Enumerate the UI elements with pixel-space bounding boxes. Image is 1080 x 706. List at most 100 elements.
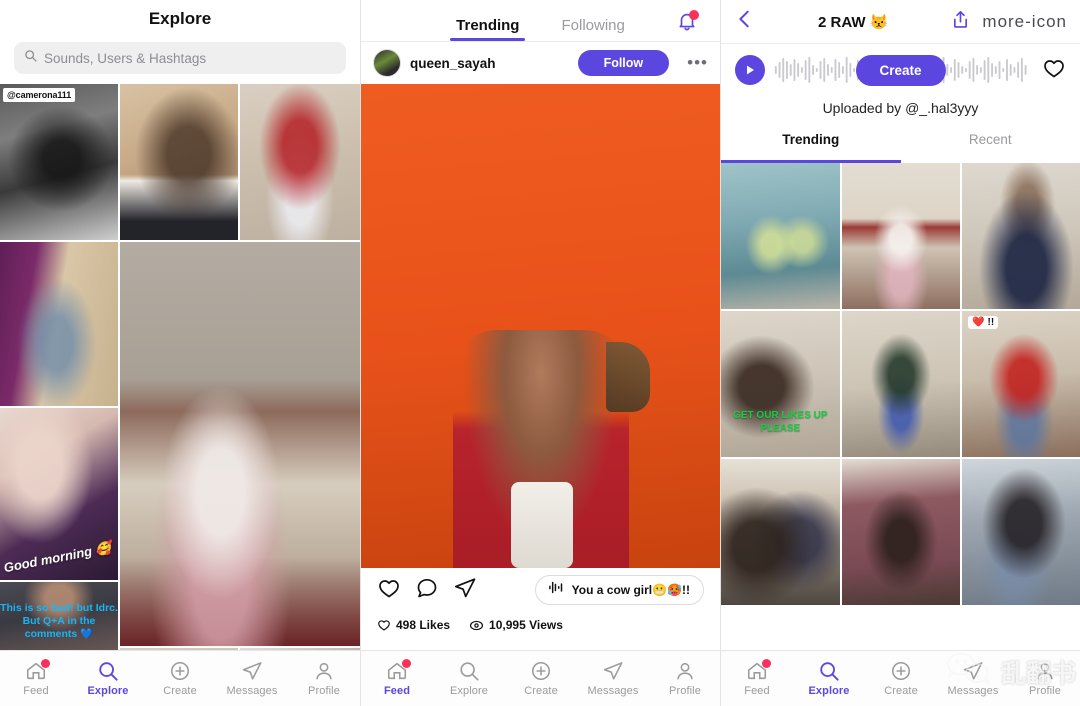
- more-icon[interactable]: more-icon: [982, 12, 1067, 32]
- grid-cell[interactable]: ❤️ !!: [962, 311, 1080, 457]
- tab-trending[interactable]: Trending: [450, 17, 526, 41]
- tab-messages[interactable]: Messages: [216, 660, 288, 697]
- tab-label: Feed: [383, 685, 411, 697]
- tab-feed[interactable]: Feed: [721, 659, 793, 697]
- tile-subject: [240, 84, 360, 240]
- search-icon: [97, 660, 119, 682]
- grid-cell[interactable]: [962, 459, 1080, 605]
- tab-label: Profile: [669, 685, 701, 697]
- tile-handle-badge: @camerona111: [3, 88, 76, 102]
- tab-profile[interactable]: Profile: [649, 660, 720, 697]
- likes-count: 498 Likes: [396, 618, 451, 632]
- explore-header: Explore: [0, 0, 360, 38]
- tab-label: Messages: [587, 685, 639, 697]
- sound-player: Create: [721, 44, 1080, 96]
- tab-explore[interactable]: Explore: [72, 660, 144, 697]
- tab-feed[interactable]: Feed: [0, 659, 72, 697]
- tab-create[interactable]: Create: [505, 660, 577, 697]
- cell-subject: [841, 459, 961, 605]
- sound-title: You a cow girl😬🥵!!: [571, 583, 690, 597]
- tab-label: Create: [884, 685, 918, 697]
- home-icon: [386, 659, 411, 682]
- tab-feed[interactable]: Feed: [361, 659, 433, 697]
- grid-cell[interactable]: [841, 459, 961, 605]
- grid-cell[interactable]: [721, 163, 840, 309]
- grid-cell[interactable]: [841, 311, 961, 457]
- tab-label: Explore: [450, 685, 488, 697]
- page-title: Explore: [148, 9, 212, 28]
- search-container: Sounds, Users & Hashtags: [0, 38, 360, 84]
- cell-subject: [962, 163, 1080, 309]
- tab-create[interactable]: Create: [865, 660, 937, 697]
- post-username[interactable]: queen_sayah: [410, 56, 569, 71]
- tile-subject: [0, 84, 118, 240]
- home-icon: [746, 659, 771, 682]
- tab-label: Explore: [808, 685, 850, 697]
- sound-pill[interactable]: You a cow girl😬🥵!!: [534, 575, 704, 605]
- tab-explore[interactable]: Explore: [793, 660, 865, 697]
- avatar[interactable]: [373, 49, 401, 77]
- notification-dot: [402, 659, 411, 668]
- tab-label: Feed: [744, 685, 770, 697]
- grid-cell[interactable]: GET OUR LIKES UP PLEASE: [721, 311, 840, 457]
- sound-video-grid: GET OUR LIKES UP PLEASE ❤️ !!: [721, 163, 1080, 605]
- explore-tile[interactable]: [0, 242, 118, 406]
- tab-following[interactable]: Following: [561, 17, 624, 41]
- share-up-icon[interactable]: [950, 9, 971, 35]
- grid-cell[interactable]: [962, 163, 1080, 309]
- watermark-text: 乱翻书: [1000, 658, 1076, 688]
- cell-subject: [721, 459, 840, 605]
- tab-explore[interactable]: Explore: [433, 660, 505, 697]
- views-stat: 10,995 Views: [469, 618, 563, 633]
- feed-tabs: Trending Following: [361, 0, 720, 42]
- like-button[interactable]: [377, 576, 401, 605]
- cell-subject: [962, 459, 1080, 605]
- sound-wave-icon: [548, 581, 566, 599]
- search-placeholder: Sounds, Users & Hashtags: [44, 50, 207, 66]
- post-video[interactable]: [361, 84, 720, 568]
- feed-screen: Trending Following queen_sayah Follow ••…: [360, 0, 720, 706]
- explore-tile[interactable]: [240, 84, 360, 240]
- comment-button[interactable]: [415, 576, 439, 605]
- explore-tile[interactable]: [120, 84, 238, 240]
- share-button[interactable]: [453, 576, 477, 605]
- favorite-button[interactable]: [1042, 56, 1066, 85]
- explore-tile[interactable]: @camerona111: [0, 84, 118, 240]
- person-icon: [674, 660, 696, 682]
- more-icon[interactable]: •••: [678, 53, 708, 73]
- notification-dot: [689, 10, 699, 20]
- send-icon: [241, 660, 263, 682]
- tab-label: Feed: [23, 685, 49, 697]
- explore-tile-large[interactable]: [120, 242, 360, 646]
- explore-tile[interactable]: This is so bad! but Idrc. But Q+A in the c…: [0, 582, 118, 654]
- cell-subject: [841, 163, 961, 309]
- cell-subject: [721, 163, 840, 309]
- bottom-tabbar: Feed Explore Create Messages Profile: [361, 650, 720, 706]
- sound-uploader: Uploaded by @_.hal3yyy: [721, 96, 1080, 127]
- bottom-tabbar: Feed Explore Create Messages Profile: [0, 650, 360, 706]
- search-input[interactable]: Sounds, Users & Hashtags: [14, 42, 346, 74]
- tab-profile[interactable]: Profile: [288, 660, 360, 697]
- home-icon: [25, 659, 50, 682]
- grid-cell[interactable]: [721, 459, 840, 605]
- tab-recent[interactable]: Recent: [901, 127, 1080, 163]
- tab-trending[interactable]: Trending: [721, 127, 901, 163]
- tab-label: Messages: [226, 685, 278, 697]
- notification-dot: [41, 659, 50, 668]
- create-button[interactable]: Create: [855, 54, 946, 86]
- tile-caption: This is so bad! but Idrc. But Q+A in the c…: [0, 602, 118, 641]
- cell-subject: [962, 311, 1080, 457]
- explore-tile[interactable]: Good morning 🥰: [0, 408, 118, 580]
- tile-subject: [120, 84, 238, 240]
- post-actions: You a cow girl😬🥵!!: [361, 568, 720, 612]
- chevron-left-icon[interactable]: [734, 8, 756, 35]
- bell-icon[interactable]: [676, 10, 699, 32]
- search-icon: [818, 660, 840, 682]
- tab-create[interactable]: Create: [144, 660, 216, 697]
- post-stats: 498 Likes 10,995 Views: [361, 612, 720, 638]
- play-button[interactable]: [735, 55, 765, 85]
- tab-messages[interactable]: Messages: [577, 660, 649, 697]
- page-title: 2 RAW 😾: [818, 13, 889, 31]
- grid-cell[interactable]: [841, 163, 961, 309]
- follow-button[interactable]: Follow: [577, 50, 670, 76]
